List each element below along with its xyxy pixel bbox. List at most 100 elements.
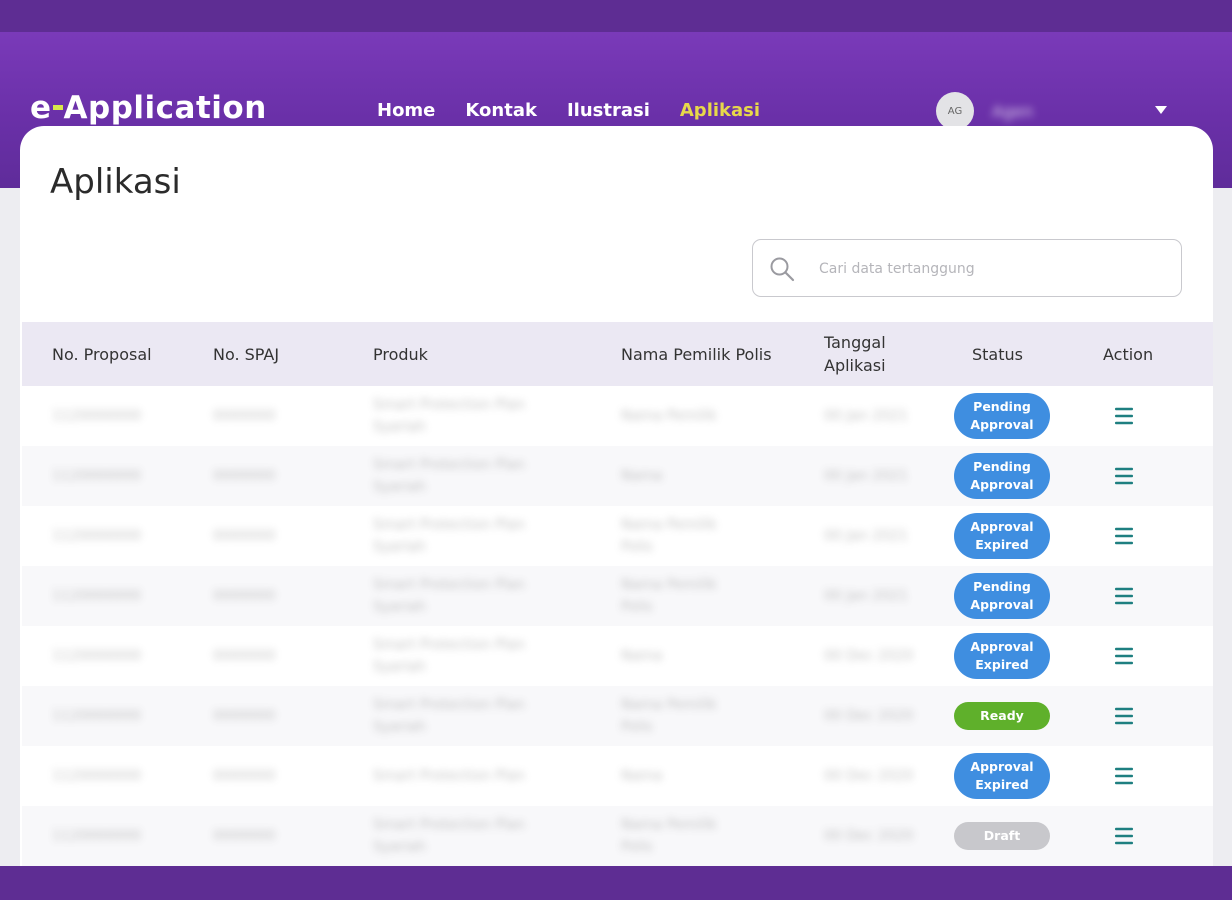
cell-no-spaj-text: 0000000 xyxy=(213,588,276,604)
status-badge[interactable]: Ready xyxy=(954,702,1050,730)
cell-nama-pemilik: Nama xyxy=(621,746,791,806)
cell-tanggal-text: 00 Dec 2020 xyxy=(824,648,914,664)
applications-table: No. Proposal No. SPAJ Produk Nama Pemili… xyxy=(22,322,1213,866)
cell-nama-pemilik-text: Nama xyxy=(621,768,663,784)
cell-tanggal-text: 00 Dec 2020 xyxy=(824,768,914,784)
cell-nama-pemilik-text: Nama Pemilik Polis xyxy=(621,697,717,735)
cell-no-proposal-text: 1120000000 xyxy=(52,408,142,424)
hamburger-menu-icon[interactable] xyxy=(1114,827,1134,845)
status-badge[interactable]: Pending Approval xyxy=(954,393,1050,439)
nav-item-kontak[interactable]: Kontak xyxy=(465,100,537,127)
cell-produk-text: Smart Protection Plan Syariah xyxy=(373,697,525,735)
hamburger-menu-icon[interactable] xyxy=(1114,647,1134,665)
nav-item-ilustrasi[interactable]: Ilustrasi xyxy=(567,100,650,127)
table-row[interactable]: 1120000000 0000000 Smart Protection Plan S… xyxy=(22,626,1213,686)
caret-down-icon[interactable] xyxy=(1154,105,1168,115)
cell-produk-text: Smart Protection Plan Syariah xyxy=(373,577,525,615)
nav-item-home[interactable]: Home xyxy=(377,100,435,127)
logo-dash xyxy=(52,105,63,110)
cell-status: Pending Approval xyxy=(954,566,1050,626)
cell-no-spaj: 0000000 xyxy=(213,386,275,446)
cell-no-proposal: 1120000000 xyxy=(52,386,141,446)
cell-no-spaj-text: 0000000 xyxy=(213,528,276,544)
table-row[interactable]: 1120000000 0000000 Smart Protection Plan S… xyxy=(22,566,1213,626)
cell-nama-pemilik-text: Nama Pemilik Polis xyxy=(621,517,717,555)
hamburger-menu-icon[interactable] xyxy=(1114,767,1134,785)
cell-no-spaj: 0000000 xyxy=(213,806,275,866)
table-body: 1120000000 0000000 Smart Protection Plan S… xyxy=(22,386,1213,866)
table-header: No. Proposal No. SPAJ Produk Nama Pemili… xyxy=(22,322,1213,386)
table-row[interactable]: 1120000000 0000000 Smart Protection Plan S… xyxy=(22,686,1213,746)
cell-action xyxy=(1114,626,1134,686)
status-badge[interactable]: Approval Expired xyxy=(954,753,1050,799)
status-badge[interactable]: Pending Approval xyxy=(954,453,1050,499)
cell-status: Approval Expired xyxy=(954,506,1050,566)
status-badge[interactable]: Pending Approval xyxy=(954,573,1050,619)
cell-tanggal: 00 Jan 2021 xyxy=(824,386,944,446)
cell-action xyxy=(1114,386,1134,446)
hamburger-menu-icon[interactable] xyxy=(1114,467,1134,485)
cell-no-spaj: 0000000 xyxy=(213,686,275,746)
nav-item-aplikasi[interactable]: Aplikasi xyxy=(680,100,760,135)
cell-status: Draft xyxy=(954,806,1050,866)
cell-produk-text: Smart Protection Plan xyxy=(373,768,525,784)
main-card: Aplikasi No. Proposal No. SPAJ Produk Na… xyxy=(20,126,1213,886)
cell-action xyxy=(1114,506,1134,566)
table-row[interactable]: 1120000000 0000000 Smart Protection Plan Na… xyxy=(22,746,1213,806)
avatar[interactable]: AG xyxy=(936,92,974,130)
cell-produk: Smart Protection Plan Syariah xyxy=(373,386,573,446)
logo-suffix: Application xyxy=(63,90,267,126)
top-strip xyxy=(0,0,1232,32)
header-produk: Produk xyxy=(373,344,428,364)
cell-tanggal-text: 00 Jan 2021 xyxy=(824,408,908,424)
cell-nama-pemilik: Nama Pemilik Polis xyxy=(621,806,791,866)
status-badge[interactable]: Draft xyxy=(954,822,1050,850)
cell-produk: Smart Protection Plan Syariah xyxy=(373,686,573,746)
cell-tanggal-text: 00 Jan 2021 xyxy=(824,588,908,604)
cell-nama-pemilik: Nama Pemilik Polis xyxy=(621,506,791,566)
cell-produk-text: Smart Protection Plan Syariah xyxy=(373,637,525,675)
cell-tanggal: 00 Dec 2020 xyxy=(824,626,944,686)
logo-prefix: e xyxy=(30,90,52,126)
cell-tanggal: 00 Dec 2020 xyxy=(824,746,944,806)
hamburger-menu-icon[interactable] xyxy=(1114,707,1134,725)
cell-produk-text: Smart Protection Plan Syariah xyxy=(373,517,525,555)
page-title: Aplikasi xyxy=(50,162,181,202)
search-input[interactable] xyxy=(817,254,1161,284)
cell-tanggal: 00 Jan 2021 xyxy=(824,566,944,626)
cell-produk: Smart Protection Plan Syariah xyxy=(373,626,573,686)
table-row[interactable]: 1120000000 0000000 Smart Protection Plan S… xyxy=(22,506,1213,566)
cell-action xyxy=(1114,446,1134,506)
hamburger-menu-icon[interactable] xyxy=(1114,407,1134,425)
hamburger-menu-icon[interactable] xyxy=(1114,587,1134,605)
cell-no-proposal: 1120000000 xyxy=(52,626,141,686)
cell-produk: Smart Protection Plan Syariah xyxy=(373,506,573,566)
cell-tanggal: 00 Dec 2020 xyxy=(824,686,944,746)
cell-no-spaj: 0000000 xyxy=(213,746,275,806)
table-row[interactable]: 1120000000 0000000 Smart Protection Plan S… xyxy=(22,446,1213,506)
user-name[interactable]: Agen xyxy=(992,102,1033,121)
cell-produk-text: Smart Protection Plan Syariah xyxy=(373,397,525,435)
cell-no-spaj: 0000000 xyxy=(213,446,275,506)
cell-nama-pemilik-text: Nama xyxy=(621,468,663,484)
cell-no-proposal-text: 1120000000 xyxy=(52,528,142,544)
cell-no-proposal: 1120000000 xyxy=(52,446,141,506)
cell-no-proposal-text: 1120000000 xyxy=(52,828,142,844)
cell-no-proposal-text: 1120000000 xyxy=(52,708,142,724)
cell-status: Pending Approval xyxy=(954,446,1050,506)
app-logo[interactable]: e Application xyxy=(30,90,267,126)
cell-no-proposal-text: 1120000000 xyxy=(52,648,142,664)
cell-action xyxy=(1114,686,1134,746)
table-row[interactable]: 1120000000 0000000 Smart Protection Plan S… xyxy=(22,806,1213,866)
cell-tanggal: 00 Jan 2021 xyxy=(824,506,944,566)
hamburger-menu-icon[interactable] xyxy=(1114,527,1134,545)
cell-no-proposal-text: 1120000000 xyxy=(52,588,142,604)
cell-nama-pemilik-text: Nama Pemilik xyxy=(621,408,717,424)
header-tanggal-aplikasi: Tanggal Aplikasi xyxy=(824,333,886,375)
status-badge[interactable]: Approval Expired xyxy=(954,633,1050,679)
search-box[interactable] xyxy=(752,239,1182,297)
table-row[interactable]: 1120000000 0000000 Smart Protection Plan S… xyxy=(22,386,1213,446)
cell-no-proposal-text: 1120000000 xyxy=(52,468,142,484)
cell-no-proposal: 1120000000 xyxy=(52,506,141,566)
status-badge[interactable]: Approval Expired xyxy=(954,513,1050,559)
